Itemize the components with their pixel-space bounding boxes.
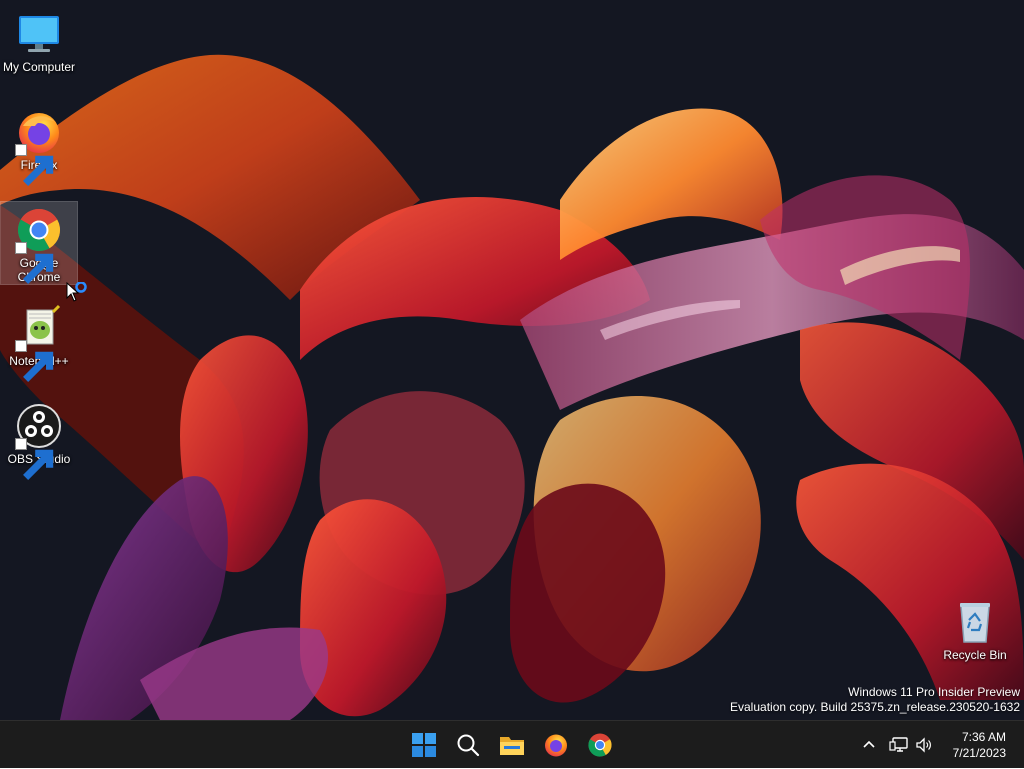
taskbar-firefox-button[interactable] (537, 726, 575, 764)
desktop-icon-google-chrome[interactable]: Google Chrome (0, 201, 78, 285)
obs-icon (15, 402, 63, 480)
shortcut-arrow-icon (15, 340, 54, 382)
taskbar-clock[interactable]: 7:36 AM 7/21/2023 (953, 729, 1006, 761)
search-button[interactable] (449, 726, 487, 764)
desktop-icon-my-computer[interactable]: My Computer (0, 6, 78, 76)
firefox-icon (545, 734, 567, 757)
windows-start-icon (412, 733, 436, 757)
desktop-icon-obs-studio[interactable]: OBS Studio (0, 398, 78, 480)
clock-time: 7:36 AM (961, 730, 1006, 744)
taskbar-chrome-button[interactable] (581, 726, 619, 764)
desktop[interactable]: My Computer Firefox Google Chrome Notepa… (0, 0, 1024, 720)
folder-icon (500, 737, 524, 755)
shortcut-arrow-icon (15, 144, 54, 186)
watermark-line-2: Evaluation copy. Build 25375.zn_release.… (730, 700, 1020, 714)
firefox-icon (15, 108, 63, 186)
chrome-icon (15, 206, 63, 284)
windows-watermark: Windows 11 Pro Insider Preview Evaluatio… (730, 685, 1020, 715)
chevron-up-icon (863, 740, 875, 748)
notepadpp-icon (15, 304, 63, 382)
network-volume-button[interactable] (886, 721, 936, 769)
mouse-cursor-busy-icon (66, 282, 87, 302)
desktop-icon-label: Recycle Bin (943, 648, 1007, 662)
wallpaper (0, 0, 1024, 720)
network-icon (889, 737, 908, 752)
show-hidden-icons-button[interactable] (858, 721, 880, 769)
search-icon (457, 734, 480, 757)
desktop-icon-notepadpp[interactable]: Notepad++ (0, 300, 78, 382)
clock-date: 7/21/2023 (952, 746, 1006, 760)
taskbar: 7:36 AM 7/21/2023 (0, 720, 1024, 768)
desktop-icon-firefox[interactable]: Firefox (0, 104, 78, 186)
shortcut-arrow-icon (15, 438, 54, 480)
monitor-icon (15, 10, 63, 58)
chrome-icon (588, 733, 612, 757)
file-explorer-button[interactable] (493, 726, 531, 764)
shortcut-arrow-icon (15, 242, 54, 284)
start-button[interactable] (405, 726, 443, 764)
watermark-line-1: Windows 11 Pro Insider Preview (848, 685, 1020, 699)
desktop-icon-label: My Computer (2, 60, 76, 74)
volume-icon (916, 737, 931, 753)
recycle-bin-icon (951, 598, 999, 646)
desktop-icon-recycle-bin[interactable]: Recycle Bin (936, 594, 1014, 664)
